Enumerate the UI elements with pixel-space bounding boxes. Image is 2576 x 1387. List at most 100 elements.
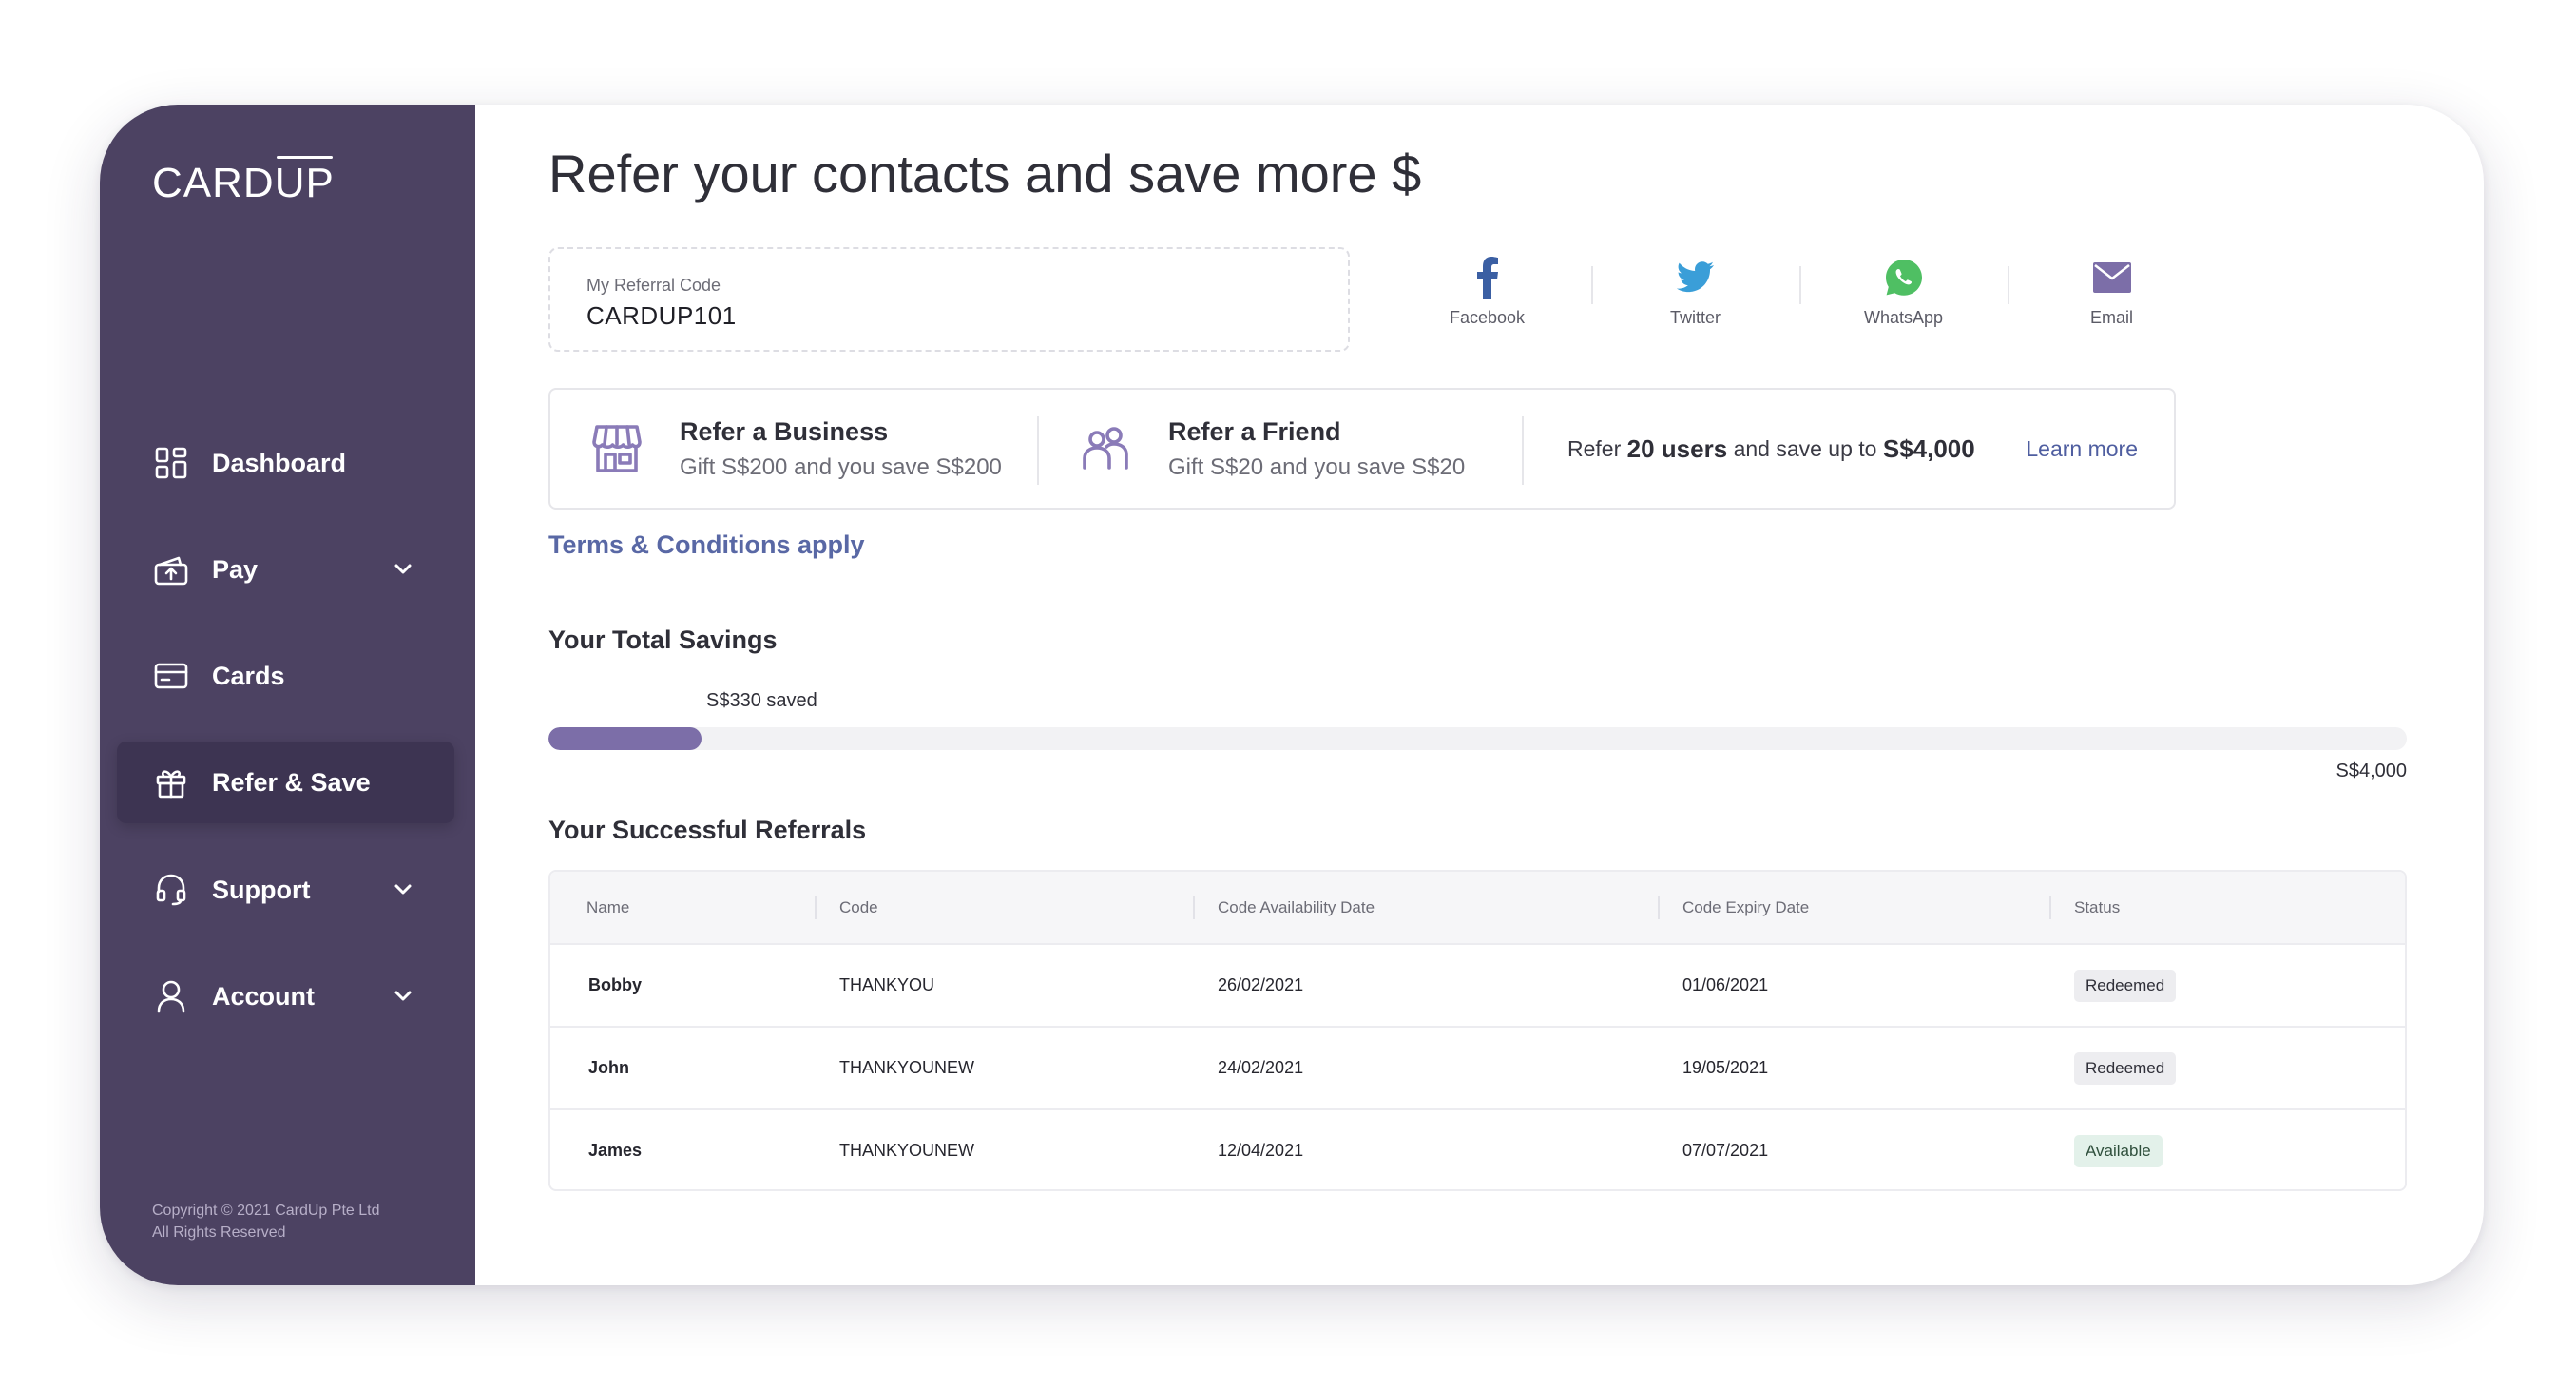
app-window: CARDUP Dashboard Pay Cards Refer & Save … [100, 105, 2484, 1285]
share-whatsapp-button[interactable]: WhatsApp [1799, 247, 2008, 342]
logo-text-suffix: UP [274, 160, 335, 206]
offer-title: Refer a Friend [1168, 416, 1341, 446]
column-separator [1193, 896, 1195, 919]
cell-code: THANKYOUNEW [839, 1058, 975, 1077]
sidebar-item-label: Cards [212, 661, 285, 690]
sidebar-item-label: Account [212, 981, 315, 1011]
table-header: Name Code Code Availability Date Code Ex… [550, 872, 2405, 943]
summary-users: 20 users [1626, 433, 1728, 463]
summary-middle: and save up to [1733, 435, 1877, 461]
referral-code-label: My Referral Code [586, 276, 721, 295]
cell-availability-date: 24/02/2021 [1218, 1058, 1304, 1077]
refer-business-offer[interactable]: Refer a Business Gift S$200 and you save… [590, 390, 1002, 508]
successful-referrals-title: Your Successful Referrals [548, 816, 867, 844]
share-label: Email [2089, 308, 2133, 327]
offer-divider [1522, 416, 1524, 485]
column-header-expiry[interactable]: Code Expiry Date [1682, 872, 1809, 943]
savings-max-label: S$4,000 [2336, 761, 2407, 781]
refer-friend-offer[interactable]: Refer a Friend Gift S$20 and you save S$… [1079, 390, 1465, 508]
share-label: Facebook [1449, 308, 1526, 327]
sidebar-item-account[interactable]: Account [117, 955, 454, 1037]
share-twitter-button[interactable]: Twitter [1591, 247, 1799, 342]
column-header-status[interactable]: Status [2074, 872, 2120, 943]
column-separator [1658, 896, 1660, 919]
refer-summary: Refer 20 users and save up to S$4,000 [1567, 390, 1975, 508]
sidebar-item-pay[interactable]: Pay [117, 529, 454, 610]
share-bar: Facebook Twitter WhatsApp Email [1383, 247, 2216, 342]
cardup-logo[interactable]: CARDUP [152, 160, 335, 207]
user-icon [153, 978, 189, 1014]
column-separator [815, 896, 817, 919]
share-facebook-button[interactable]: Facebook [1383, 247, 1591, 342]
cell-expiry-date: 01/06/2021 [1682, 975, 1769, 994]
cell-code: THANKYOU [839, 975, 935, 994]
pay-upload-icon [153, 551, 189, 588]
referrals-table: Name Code Code Availability Date Code Ex… [548, 870, 2407, 1191]
sidebar-item-cards[interactable]: Cards [117, 635, 454, 717]
savings-progress-fill [548, 727, 702, 750]
gift-icon [153, 764, 189, 800]
terms-conditions-link[interactable]: Terms & Conditions apply [548, 530, 865, 560]
total-savings-title: Your Total Savings [548, 626, 778, 654]
column-header-name[interactable]: Name [586, 872, 629, 943]
cell-expiry-date: 07/07/2021 [1682, 1141, 1769, 1160]
summary-amount: S$4,000 [1882, 433, 1975, 463]
email-icon [2091, 257, 2133, 299]
cell-status: Redeemed [2074, 945, 2177, 1026]
logo-text-prefix: CARD [152, 160, 275, 206]
cell-status: Available [2074, 1110, 2163, 1189]
column-separator [2049, 896, 2051, 919]
chevron-down-icon[interactable] [392, 557, 414, 580]
table-row[interactable]: John THANKYOUNEW 24/02/2021 19/05/2021 R… [550, 1026, 2405, 1108]
savings-progress-bar [548, 727, 2407, 750]
sidebar-item-label: Support [212, 875, 311, 904]
friends-icon [1079, 422, 1132, 475]
table-row[interactable]: James THANKYOUNEW 12/04/2021 07/07/2021 … [550, 1108, 2405, 1189]
share-email-button[interactable]: Email [2008, 247, 2216, 342]
learn-more-link[interactable]: Learn more [2026, 390, 2138, 508]
sidebar-item-label: Dashboard [212, 448, 347, 477]
sidebar-item-label: Refer & Save [212, 767, 371, 797]
referral-code-value[interactable]: CARDUP101 [586, 301, 1312, 331]
headset-icon [153, 872, 189, 908]
sidebar-item-support[interactable]: Support [117, 849, 454, 931]
cell-name: Bobby [588, 975, 642, 994]
page-title: Refer your contacts and save more $ [548, 144, 1422, 203]
chevron-down-icon[interactable] [392, 877, 414, 900]
dashboard-grid-icon [153, 445, 189, 481]
twitter-icon [1675, 257, 1717, 299]
copyright-text: Copyright © 2021 CardUp Pte Ltd All Righ… [152, 1203, 380, 1241]
cell-expiry-date: 19/05/2021 [1682, 1058, 1769, 1077]
column-header-code[interactable]: Code [839, 872, 878, 943]
cell-availability-date: 12/04/2021 [1218, 1141, 1304, 1160]
status-badge: Available [2074, 1134, 2163, 1167]
sidebar-item-refer-save[interactable]: Refer & Save [117, 742, 454, 823]
referral-offers-card: Refer a Business Gift S$200 and you save… [548, 388, 2176, 510]
cell-name: James [588, 1141, 643, 1160]
storefront-icon [590, 422, 644, 475]
saved-amount-label: S$330 saved [706, 690, 817, 711]
cell-status: Redeemed [2074, 1028, 2177, 1108]
card-icon [153, 658, 189, 694]
sidebar-item-dashboard[interactable]: Dashboard [117, 422, 454, 504]
chevron-down-icon[interactable] [392, 984, 414, 1007]
cell-code: THANKYOUNEW [839, 1141, 975, 1160]
sidebar-item-label: Pay [212, 554, 259, 584]
offer-subtitle: Gift S$20 and you save S$20 [1168, 453, 1466, 480]
facebook-icon [1467, 257, 1509, 299]
summary-prefix: Refer [1567, 435, 1622, 461]
main-content: Refer your contacts and save more $ My R… [475, 105, 2484, 1285]
status-badge: Redeemed [2074, 969, 2177, 1002]
offer-subtitle: Gift S$200 and you save S$200 [680, 453, 1002, 480]
share-label: Twitter [1669, 308, 1721, 327]
offer-title: Refer a Business [680, 416, 889, 446]
whatsapp-icon [1883, 257, 1925, 299]
cell-availability-date: 26/02/2021 [1218, 975, 1304, 994]
share-label: WhatsApp [1863, 308, 1944, 327]
column-header-availability[interactable]: Code Availability Date [1218, 872, 1375, 943]
offer-divider [1037, 416, 1039, 485]
status-badge: Redeemed [2074, 1051, 2177, 1085]
cell-name: John [588, 1058, 629, 1077]
table-row[interactable]: Bobby THANKYOU 26/02/2021 01/06/2021 Red… [550, 943, 2405, 1026]
referral-code-box[interactable]: My Referral Code CARDUP101 [548, 247, 1350, 352]
